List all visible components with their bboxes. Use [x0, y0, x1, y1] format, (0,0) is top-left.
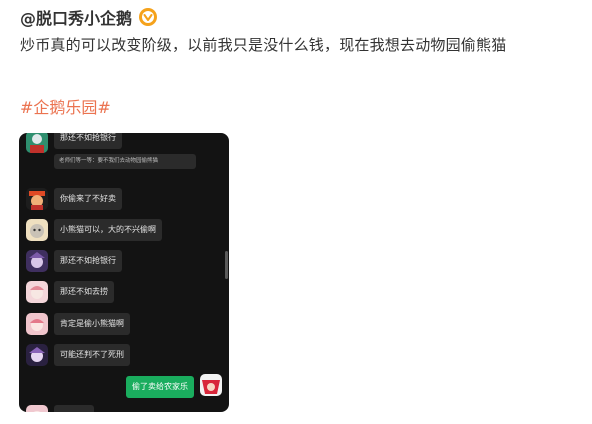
avatar	[26, 344, 48, 366]
post-header: @脱口秀小企鹅	[20, 4, 158, 30]
chat-bubble-self: 偷了卖给农家乐	[126, 376, 194, 398]
avatar	[26, 250, 48, 272]
avatar	[26, 405, 48, 412]
chat-bubble: 肯定是偷小熊猫啊	[54, 313, 130, 335]
chat-bubble	[54, 405, 94, 412]
chat-bubble: 那还不如抢银行	[54, 250, 122, 272]
chat-bubble: 那还不如去捞	[54, 281, 114, 303]
chat-bubble: 那还不如抢银行	[54, 133, 122, 149]
chat-bubble: 小熊猫可以，大的不兴偷啊	[54, 219, 162, 241]
avatar	[26, 281, 48, 303]
hashtag-link[interactable]: #企鹅乐园#	[20, 94, 111, 118]
avatar	[26, 188, 48, 210]
post-text: 炒币真的可以改变阶级，以前我只是没什么钱，现在我想去动物园偷熊猫	[20, 36, 507, 54]
chat-bubble: 老师们等一等：要不我们去动物园偷熊猫	[54, 154, 196, 169]
chat-bubble: 你偷来了不好卖	[54, 188, 122, 210]
scrollbar[interactable]	[225, 251, 228, 279]
avatar	[26, 313, 48, 335]
username[interactable]: @脱口秀小企鹅	[20, 5, 132, 29]
verified-badge-icon	[138, 7, 158, 27]
chat-screenshot: 那还不如抢银行 老师们等一等：要不我们去动物园偷熊猫 你偷来了不好卖 小熊猫可以…	[19, 133, 229, 412]
chat-bubble: 可能还判不了死刑	[54, 344, 130, 366]
avatar	[26, 219, 48, 241]
avatar	[26, 133, 48, 153]
avatar	[200, 374, 222, 396]
